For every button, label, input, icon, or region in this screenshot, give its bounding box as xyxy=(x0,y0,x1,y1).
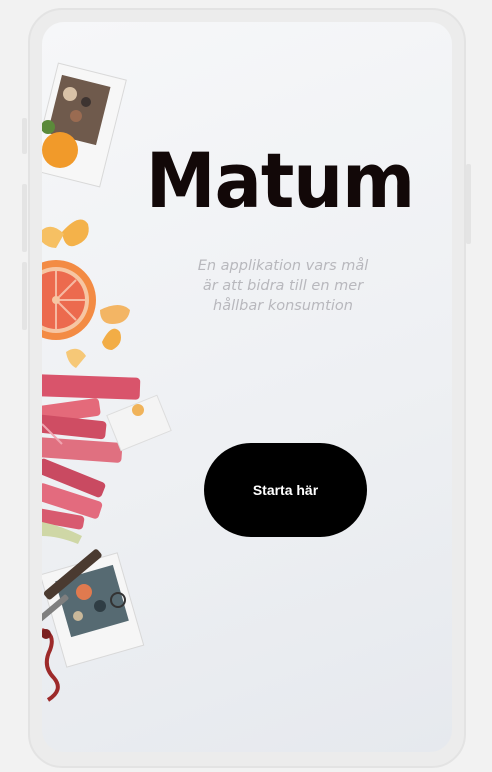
polaroid-photo-middle xyxy=(106,394,172,452)
food-flatlay-image xyxy=(42,62,172,702)
start-button[interactable]: Starta här xyxy=(204,443,367,537)
phone-side-button-left-1 xyxy=(22,118,27,154)
phone-side-button-left-2 xyxy=(22,184,27,252)
phone-side-button-left-3 xyxy=(22,262,27,330)
app-screen: Matum En applikation vars mål är att bid… xyxy=(42,22,452,752)
polaroid-photo-bottom xyxy=(42,552,145,668)
red-string xyxy=(42,628,60,702)
phone-side-button-right xyxy=(466,164,471,244)
app-title: Matum xyxy=(145,136,415,226)
grapefruit-half xyxy=(42,260,96,340)
rhubarb-stalks xyxy=(42,374,141,544)
app-tagline: En applikation vars mål är att bidra til… xyxy=(197,258,369,314)
